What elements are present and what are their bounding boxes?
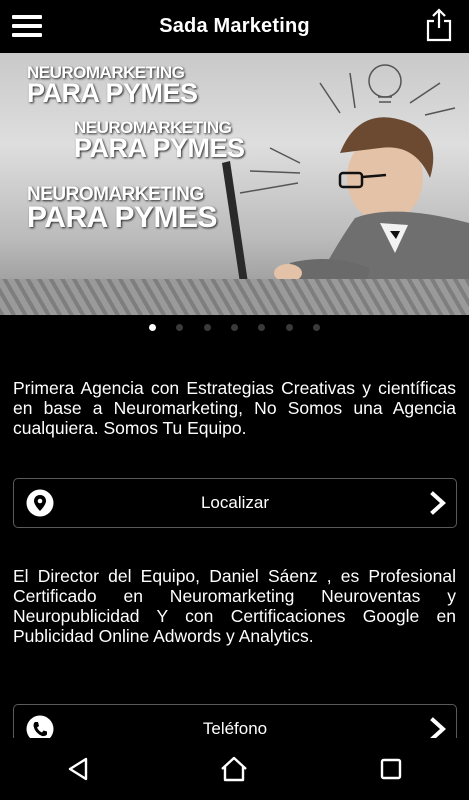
home-icon: [221, 756, 248, 782]
back-triangle-icon: [68, 757, 88, 781]
banner-headline: NEUROMARKETING PARA PYMES: [27, 63, 198, 109]
banner-illustration: [200, 64, 469, 315]
carousel-dot[interactable]: [176, 324, 184, 331]
locate-label: Localizar: [200, 493, 270, 512]
system-nav-bar: [0, 738, 469, 800]
banner-headline: NEUROMARKETING PARA PYMES: [74, 118, 245, 164]
recents-square-icon: [380, 758, 402, 780]
page-title: Sada Marketing: [159, 15, 310, 37]
phone-label: Teléfono: [202, 719, 268, 738]
share-icon[interactable]: [425, 8, 453, 42]
app-header: Sada Marketing: [0, 0, 469, 53]
banner-headline: NEUROMARKETING PARA PYMES: [27, 184, 218, 235]
banner-desk-stripes: [0, 279, 469, 315]
carousel-dot[interactable]: [285, 324, 293, 331]
hamburger-menu-icon[interactable]: [12, 12, 42, 40]
carousel-dot[interactable]: [203, 324, 211, 331]
carousel-dot[interactable]: [231, 324, 238, 331]
locate-button[interactable]: Localizar: [13, 478, 457, 528]
back-button[interactable]: [58, 749, 98, 789]
home-button[interactable]: [214, 749, 254, 789]
carousel-dot[interactable]: [148, 324, 156, 331]
carousel-indicator: [0, 318, 469, 332]
carousel-dot[interactable]: [258, 324, 266, 331]
director-text: El Director del Equipo, Daniel Sáenz , e…: [13, 566, 456, 646]
carousel-dot[interactable]: [313, 324, 321, 331]
recents-button[interactable]: [371, 749, 411, 789]
intro-text: Primera Agencia con Estrategias Creativa…: [13, 378, 456, 438]
hero-banner[interactable]: NEUROMARKETING PARA PYMES NEUROMARKETING…: [0, 53, 469, 315]
chevron-right-icon: [430, 491, 446, 515]
